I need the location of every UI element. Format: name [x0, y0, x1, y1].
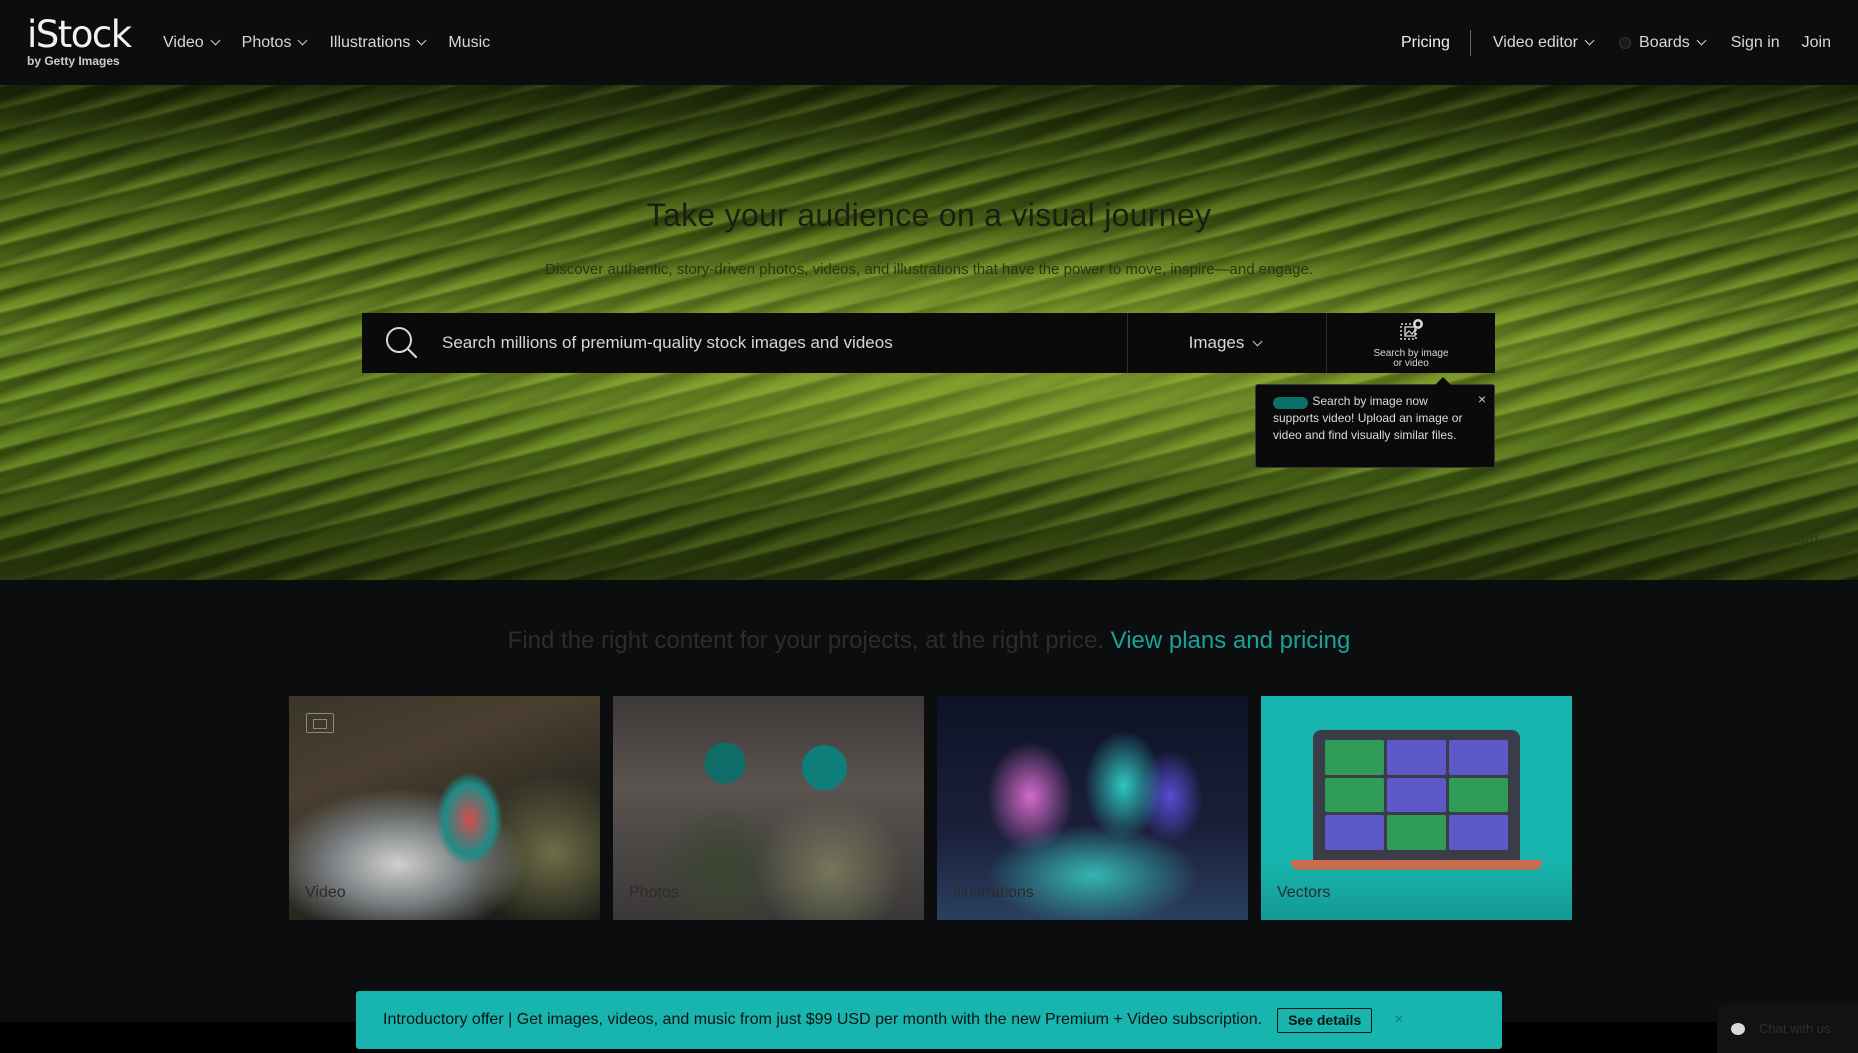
nav-illustrations-label: Illustrations	[329, 33, 411, 51]
chevron-down-icon	[416, 35, 427, 46]
close-icon[interactable]: ×	[1394, 1011, 1403, 1029]
card-video[interactable]: Video	[289, 696, 600, 920]
grid-tile	[1325, 740, 1384, 775]
card-illustrations-label: Illustrations	[953, 884, 1034, 901]
see-details-button[interactable]: See details	[1277, 1007, 1373, 1033]
grid-tile	[1449, 777, 1508, 813]
view-board-link[interactable]: View Board	[1747, 530, 1818, 546]
chevron-down-icon	[298, 35, 308, 46]
nav-boards[interactable]: Boards	[1619, 34, 1709, 52]
chevron-down-icon	[1696, 35, 1707, 46]
chevron-down-icon	[1252, 336, 1263, 346]
nav-photos[interactable]: Photos	[242, 34, 311, 52]
grid-tile	[1325, 777, 1384, 813]
search-bar: Images Search by image or video	[362, 313, 1495, 373]
laptop-illustration	[1313, 730, 1520, 860]
logo-text: iStock	[27, 13, 132, 56]
nav-illustrations[interactable]: Illustrations	[329, 34, 429, 52]
top-navigation: iStock by Getty Images Video Photos Illu…	[0, 0, 1858, 85]
hero-banner: Take your audience on a visual journey D…	[0, 85, 1858, 580]
grid-tile	[1449, 815, 1508, 850]
search-input[interactable]	[422, 313, 1127, 373]
hero-title: Take your audience on a visual journey	[646, 197, 1212, 233]
nav-right: Pricing Video editor Boards Sign in Join	[1401, 29, 1831, 56]
card-illustrations[interactable]: Illustrations	[937, 696, 1248, 920]
card-photos[interactable]: Photos	[613, 696, 924, 920]
media-type-selected: Images	[1188, 333, 1245, 352]
grid-tile	[1325, 815, 1384, 850]
search-by-image-button[interactable]: Search by image or video	[1327, 313, 1495, 373]
grid-tile	[1387, 777, 1446, 813]
nav-video-editor[interactable]: Video editor	[1493, 34, 1597, 52]
boards-icon	[1619, 36, 1632, 49]
chat-bubble-icon	[1731, 1022, 1745, 1035]
grid-tile	[1387, 815, 1446, 850]
pricing-link[interactable]: Pricing	[1401, 29, 1471, 56]
category-cards: Video Photos Illustrations Vectors	[289, 696, 1572, 920]
nav-video-editor-label: Video editor	[1492, 33, 1579, 51]
media-type-select[interactable]: Images	[1127, 313, 1327, 373]
nav-video[interactable]: Video	[163, 34, 223, 52]
search-by-image-tooltip: NEW Search by image now supports video! U…	[1255, 377, 1495, 468]
search-by-image-label: Search by image or video	[1373, 347, 1449, 369]
search-icon[interactable]	[382, 323, 422, 363]
search-by-image-icon	[1397, 318, 1425, 347]
nav-left: Video Photos Illustrations Music	[163, 34, 490, 52]
sign-in-link[interactable]: Sign in	[1731, 34, 1780, 52]
intro-offer-banner: Introductory offer | Get images, videos,…	[356, 991, 1502, 1049]
grid-tile	[1387, 740, 1446, 775]
nav-music[interactable]: Music	[448, 34, 490, 52]
chevron-down-icon	[1584, 35, 1595, 46]
pricing-promo-text: Find the right content for your projects…	[507, 627, 1104, 654]
nav-photos-label: Photos	[241, 33, 292, 51]
nav-music-label: Music	[448, 33, 491, 51]
video-camera-icon	[306, 713, 334, 733]
logo-subtext: by Getty Images	[27, 54, 120, 68]
chat-button[interactable]: Chat with us	[1717, 1004, 1858, 1053]
istock-homepage: iStock by Getty Images Video Photos Illu…	[0, 0, 1858, 1053]
chat-label: Chat with us	[1759, 1021, 1831, 1036]
new-badge: NEW	[1273, 397, 1309, 409]
banner-text: Introductory offer | Get images, videos,…	[383, 1011, 1263, 1028]
video-call-grid	[1325, 740, 1508, 850]
nav-boards-label: Boards	[1639, 33, 1690, 51]
hero-subtitle: Discover authentic, story-driven photos,…	[545, 261, 1313, 278]
pricing-promo: Find the right content for your projects…	[0, 627, 1858, 655]
join-link[interactable]: Join	[1802, 34, 1831, 52]
close-icon[interactable]: ×	[1478, 391, 1486, 408]
view-plans-link[interactable]: View plans and pricing	[1111, 627, 1351, 654]
chevron-down-icon	[210, 35, 221, 46]
grid-tile	[1449, 740, 1508, 775]
card-vectors-label: Vectors	[1277, 884, 1331, 901]
card-video-label: Video	[305, 884, 346, 901]
card-vectors[interactable]: Vectors	[1261, 696, 1572, 920]
card-photos-label: Photos	[629, 884, 679, 901]
istock-logo[interactable]: iStock by Getty Images	[27, 16, 141, 70]
nav-video-label: Video	[163, 33, 204, 51]
